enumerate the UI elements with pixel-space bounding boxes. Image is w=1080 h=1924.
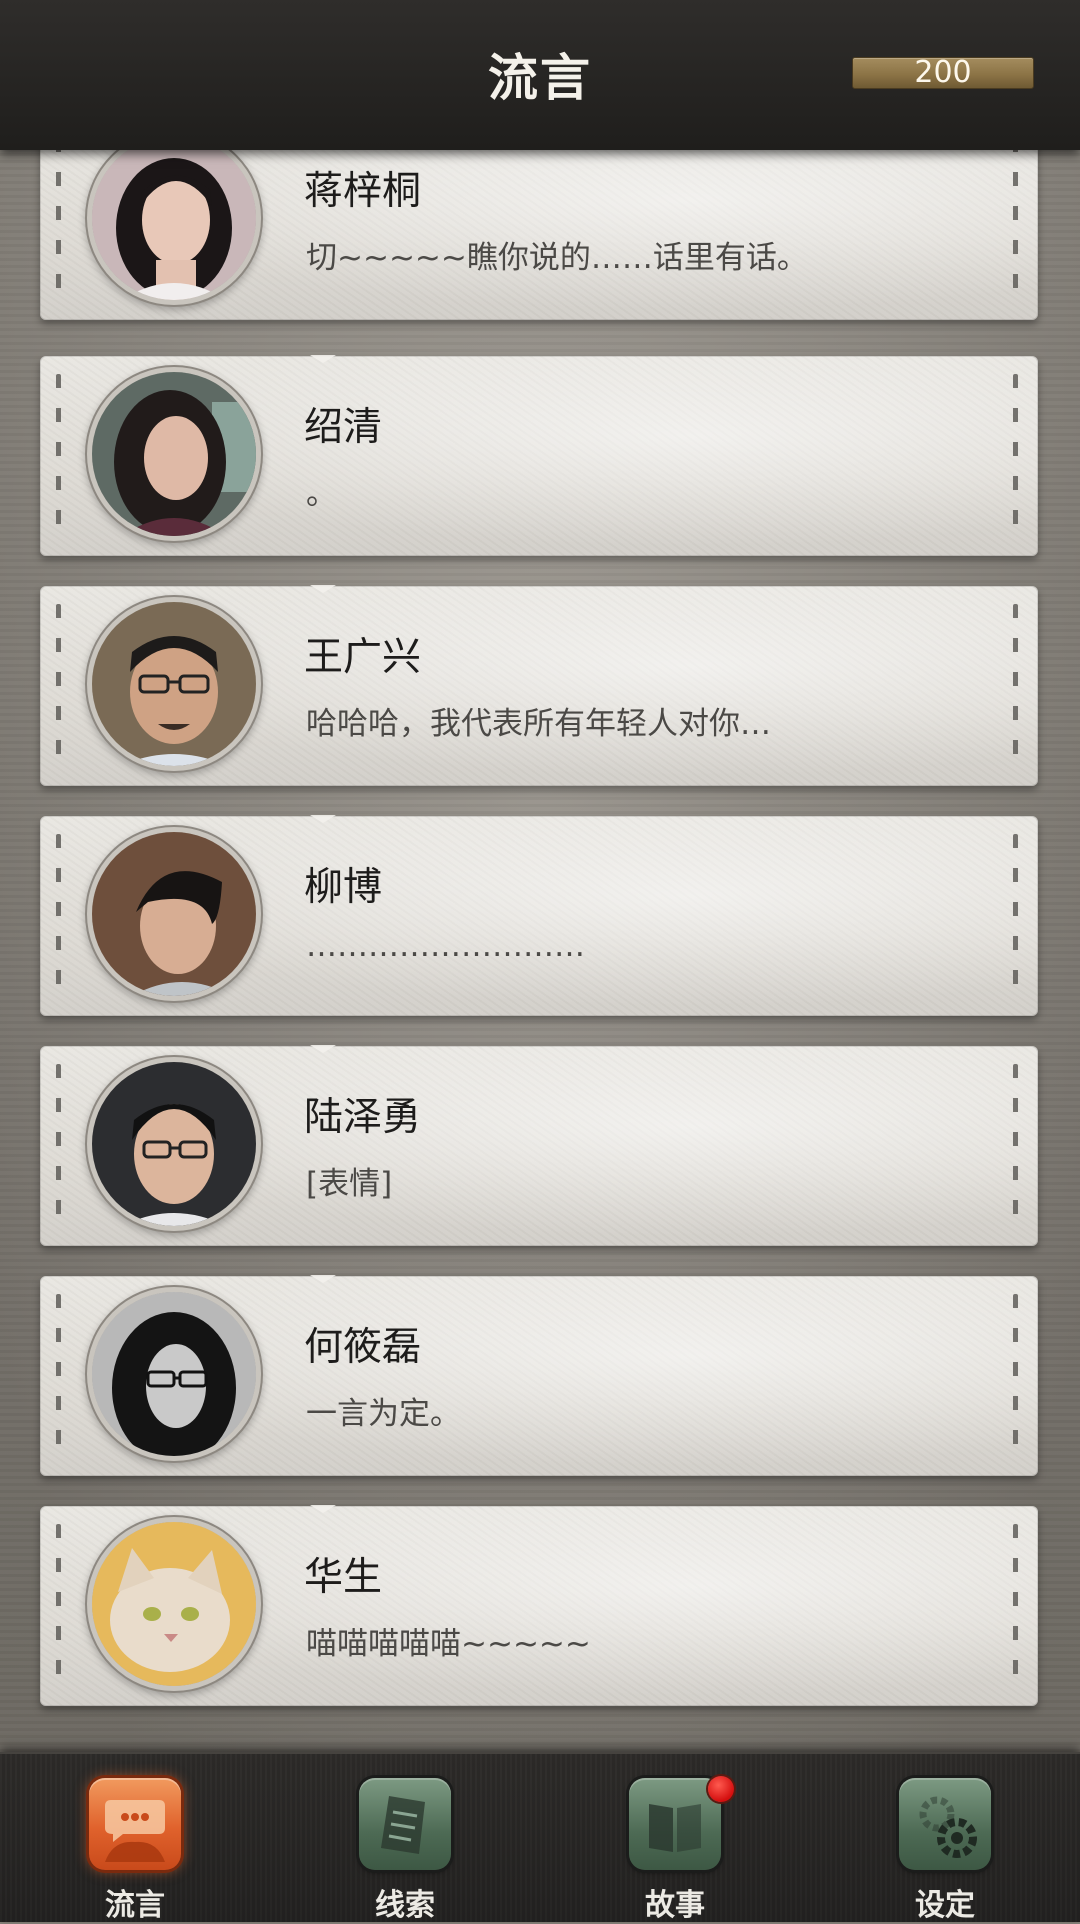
rumor-contact-list[interactable]: 蒋梓桐 切~~~~~瞧你说的……话里有话。 绍清 。 王广兴 哈哈哈，我代表所有… xyxy=(0,150,1080,1750)
avatar xyxy=(92,602,256,766)
avatar xyxy=(92,832,256,996)
bottom-tab-bar: 流言 线索 故事 设定 xyxy=(0,1752,1080,1923)
stitch-decoration xyxy=(56,1294,61,1458)
contact-name: 陆泽勇 xyxy=(304,1095,422,1140)
avatar xyxy=(92,150,256,300)
stitch-decoration xyxy=(56,374,61,538)
stitch-decoration xyxy=(1013,150,1018,302)
stitch-decoration xyxy=(56,1064,61,1228)
tab-label: 故事 xyxy=(645,1888,705,1923)
stitch-decoration xyxy=(1013,1524,1018,1688)
contact-card-hua-sheng[interactable]: 华生 喵喵喵喵喵~~~~~ xyxy=(40,1505,1038,1706)
last-message: 切~~~~~瞧你说的……话里有话。 xyxy=(306,240,808,276)
last-message: ……………………… xyxy=(306,928,585,964)
notification-badge xyxy=(708,1776,734,1802)
stitch-decoration xyxy=(1013,1294,1018,1458)
avatar xyxy=(92,1292,256,1456)
contact-card-liu-bo[interactable]: 柳博 ……………………… xyxy=(40,815,1038,1016)
contact-name: 王广兴 xyxy=(304,635,422,680)
tab-story[interactable]: 故事 xyxy=(540,1754,810,1923)
contact-name: 何筱磊 xyxy=(304,1325,422,1370)
stitch-decoration xyxy=(1013,374,1018,538)
tab-label: 设定 xyxy=(915,1888,975,1923)
top-bar: 流言 200 xyxy=(0,0,1080,150)
last-message: 喵喵喵喵喵~~~~~ xyxy=(306,1626,591,1662)
tab-rumors[interactable]: 流言 xyxy=(0,1754,270,1923)
story-book-icon xyxy=(629,1778,721,1870)
chat-bubble-icon xyxy=(89,1778,181,1870)
last-message: 。 xyxy=(306,476,337,512)
contact-card-wang-guangxing[interactable]: 王广兴 哈哈哈，我代表所有年轻人对你… xyxy=(40,585,1038,786)
avatar xyxy=(92,1062,256,1226)
stitch-decoration xyxy=(1013,1064,1018,1228)
last-message: [表情] xyxy=(306,1166,393,1202)
contact-card-jiang-zitong[interactable]: 蒋梓桐 切~~~~~瞧你说的……话里有话。 xyxy=(40,150,1038,320)
last-message: 一言为定。 xyxy=(306,1396,461,1432)
clue-paper-icon xyxy=(359,1778,451,1870)
stitch-decoration xyxy=(56,1524,61,1688)
contact-card-shao-qing[interactable]: 绍清 。 xyxy=(40,355,1038,556)
settings-gear-icon xyxy=(899,1778,991,1870)
stitch-decoration xyxy=(1013,604,1018,768)
stitch-decoration xyxy=(56,604,61,768)
contact-card-lu-zeyong[interactable]: 陆泽勇 [表情] xyxy=(40,1045,1038,1246)
stitch-decoration xyxy=(56,150,61,302)
tab-label: 线索 xyxy=(375,1888,435,1923)
contact-name: 华生 xyxy=(304,1555,383,1600)
tab-settings[interactable]: 设定 xyxy=(810,1754,1080,1923)
currency-counter: 200 xyxy=(852,57,1034,89)
contact-name: 绍清 xyxy=(304,405,383,450)
stitch-decoration xyxy=(56,834,61,998)
stitch-decoration xyxy=(1013,834,1018,998)
contact-name: 蒋梓桐 xyxy=(304,169,422,214)
avatar xyxy=(92,1522,256,1686)
contact-card-he-xiaolei[interactable]: 何筱磊 一言为定。 xyxy=(40,1275,1038,1476)
contact-name: 柳博 xyxy=(304,865,383,910)
tab-clues[interactable]: 线索 xyxy=(270,1754,540,1923)
tab-label: 流言 xyxy=(105,1888,165,1923)
last-message: 哈哈哈，我代表所有年轻人对你… xyxy=(306,706,771,742)
avatar xyxy=(92,372,256,536)
